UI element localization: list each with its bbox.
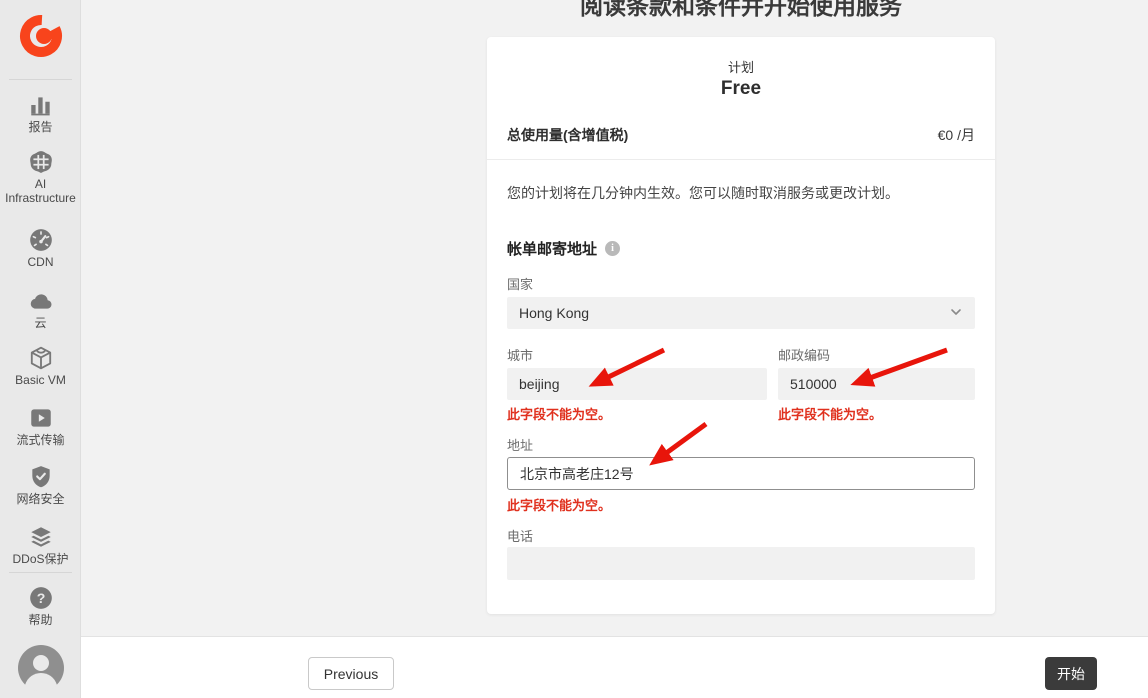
sidebar-item-streaming[interactable]: 流式传输 xyxy=(0,405,81,447)
ai-chip-icon xyxy=(28,149,54,175)
billing-address-heading-row: 帐单邮寄地址 i xyxy=(507,238,620,259)
sidebar: 报告 AI Infrastructure xyxy=(0,0,81,698)
address-label: 地址 xyxy=(507,435,533,454)
previous-button[interactable]: Previous xyxy=(308,657,394,690)
city-label: 城市 xyxy=(507,345,533,364)
country-select-value: Hong Kong xyxy=(519,305,589,321)
city-input[interactable] xyxy=(507,368,767,400)
sidebar-divider xyxy=(9,572,72,573)
card-divider xyxy=(487,159,995,160)
phone-input[interactable] xyxy=(507,547,975,580)
sidebar-item-label: 网络安全 xyxy=(0,492,81,506)
sidebar-item-label: 流式传输 xyxy=(0,433,81,447)
app-window: 报告 AI Infrastructure xyxy=(0,0,1148,698)
country-select[interactable]: Hong Kong xyxy=(507,297,975,329)
sidebar-item-label: DDoS保护 xyxy=(0,552,81,566)
sidebar-item-basic-vm[interactable]: Basic VM xyxy=(0,345,81,387)
address-input[interactable] xyxy=(507,457,975,490)
plan-name: Free xyxy=(487,78,995,100)
shield-check-icon xyxy=(28,464,54,490)
billing-address-heading: 帐单邮寄地址 xyxy=(507,238,597,259)
layers-icon xyxy=(28,524,54,550)
postal-code-label: 邮政编码 xyxy=(778,345,830,364)
sidebar-item-label: AI Infrastructure xyxy=(0,177,81,205)
user-avatar[interactable] xyxy=(0,644,81,697)
page-title: 阅读条款和条件并开始使用服务 xyxy=(487,0,995,21)
phone-label: 电话 xyxy=(507,526,533,545)
total-usage-label: 总使用量(含增值税) xyxy=(507,125,628,145)
help-icon: ? xyxy=(28,585,54,611)
plan-label: 计划 xyxy=(487,57,995,76)
play-icon xyxy=(28,405,54,431)
bar-chart-icon xyxy=(28,92,54,118)
postal-code-input[interactable] xyxy=(778,368,975,400)
sidebar-item-label: CDN xyxy=(0,255,81,269)
info-icon[interactable]: i xyxy=(605,241,620,256)
address-error: 此字段不能为空。 xyxy=(507,495,611,514)
sidebar-item-label: 报告 xyxy=(0,120,81,134)
postal-code-error: 此字段不能为空。 xyxy=(778,404,882,423)
svg-text:?: ? xyxy=(36,590,45,606)
sidebar-item-ddos-protection[interactable]: DDoS保护 xyxy=(0,524,81,566)
chevron-down-icon xyxy=(949,305,963,322)
plan-note: 您的计划将在几分钟内生效。您可以随时取消服务或更改计划。 xyxy=(507,183,975,203)
sidebar-item-label: Basic VM xyxy=(0,373,81,387)
sidebar-item-label: 帮助 xyxy=(0,613,81,627)
country-label: 国家 xyxy=(507,274,533,293)
total-usage-value: €0 /月 xyxy=(938,125,975,145)
sidebar-item-label: 云 xyxy=(0,316,81,330)
gcore-logo-icon[interactable] xyxy=(0,14,81,63)
sidebar-item-web-security[interactable]: 网络安全 xyxy=(0,464,81,506)
sidebar-item-help[interactable]: ? 帮助 xyxy=(0,585,81,627)
gauge-icon xyxy=(28,227,54,253)
sidebar-item-cdn[interactable]: CDN xyxy=(0,227,81,269)
cube-icon xyxy=(28,345,54,371)
sidebar-item-ai-infrastructure[interactable]: AI Infrastructure xyxy=(0,149,81,205)
sidebar-item-reports[interactable]: 报告 xyxy=(0,92,81,134)
sidebar-divider xyxy=(9,79,72,80)
sidebar-item-cloud[interactable]: 云 xyxy=(0,288,81,330)
footer-bar: Previous 开始 xyxy=(81,636,1148,698)
cloud-icon xyxy=(28,288,54,314)
plan-card: 计划 Free 总使用量(含增值税) €0 /月 您的计划将在几分钟内生效。您可… xyxy=(487,37,995,614)
avatar-icon xyxy=(17,644,65,692)
start-button[interactable]: 开始 xyxy=(1045,657,1097,690)
city-error: 此字段不能为空。 xyxy=(507,404,611,423)
